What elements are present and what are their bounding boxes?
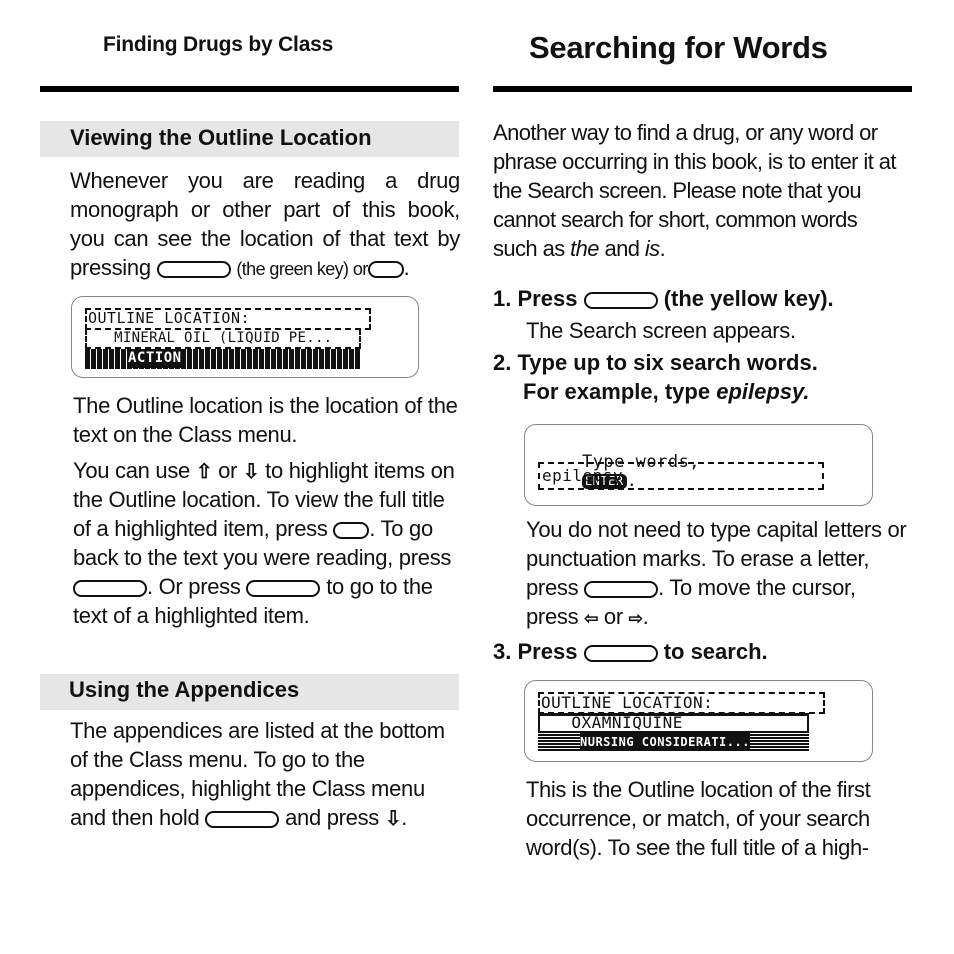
yellow-key-icon [583, 292, 658, 309]
goto-key-icon [246, 580, 321, 597]
right-arrow-icon: ⇨ [628, 609, 643, 628]
page-title: Searching for Words [529, 30, 828, 65]
green-key-note: (the green key) or [236, 259, 368, 279]
key-icon [367, 261, 404, 278]
text: the [570, 236, 599, 261]
text: Another way to find a drug, or any word … [493, 120, 896, 261]
text: or [603, 604, 623, 629]
text: Press [517, 286, 578, 311]
down-arrow-icon: ⇩ [384, 808, 402, 830]
left-header-rule [40, 86, 459, 92]
left-arrow-icon: ⇦ [584, 609, 599, 628]
step-1-description: The Search screen appears. [526, 318, 796, 343]
section-title: Using the Appendices [69, 677, 300, 702]
step-2-description: You do not need to type capital letters … [526, 515, 911, 631]
search-intro-paragraph: Another way to find a drug, or any word … [493, 118, 905, 263]
text: and press [285, 805, 379, 830]
text: (the yellow key). [663, 286, 834, 311]
lcd-line-1: OUTLINE LOCATION: [88, 309, 251, 327]
text: . [659, 236, 666, 261]
running-head: Finding Drugs by Class [103, 33, 334, 56]
text: Type up to six search words. [517, 350, 818, 375]
lcd-line-1: OUTLINE LOCATION: [541, 693, 714, 712]
lcd-line-3-highlighted[interactable]: ACTION [128, 349, 182, 368]
right-header-rule [493, 86, 912, 92]
step-2: 2. Type up to six search words. For exam… [493, 348, 818, 406]
step-number: 1. [493, 286, 512, 311]
hold-key-icon [205, 811, 280, 828]
green-key-icon [156, 261, 231, 278]
step-3: 3. Press to search. [493, 637, 768, 666]
step-number: 2. [493, 350, 512, 375]
key-icon [333, 522, 370, 539]
text: or [218, 458, 238, 483]
lcd-screen-outline-location: OUTLINE LOCATION: MINERAL OIL (LIQUID PE… [71, 296, 419, 378]
text: . Or press [147, 574, 241, 599]
text: is [644, 236, 660, 261]
result-explanation: This is the Outline location of the firs… [526, 777, 871, 860]
lcd-line-2: MINERAL OIL (LIQUID PE... [88, 330, 333, 346]
outline-explanation: The Outline location is the location of … [73, 393, 458, 447]
back-key-icon [73, 580, 147, 597]
lcd-highlight-bar [85, 349, 361, 369]
appendices-paragraph: The appendices are listed at the bottom … [70, 716, 460, 832]
outline-intro-paragraph: Whenever you are reading a drug monograp… [70, 166, 460, 284]
lcd-line-3-highlighted[interactable]: NURSING CONSIDERATI... [580, 733, 750, 751]
text: . [642, 604, 649, 629]
backspace-key-icon [584, 581, 659, 598]
section-title: Viewing the Outline Location [70, 125, 372, 150]
lcd-line-2: OXAMNIQUINE [541, 713, 683, 732]
text: and [604, 236, 640, 261]
search-input-value: epilepsy [542, 466, 624, 485]
up-arrow-icon: ⇧ [195, 461, 213, 483]
text: . [401, 805, 408, 830]
outline-navigation-paragraph: You can use ⇧ or ⇩ to highlight items on… [73, 456, 458, 630]
lcd-screen-search: Type words, ENTER. epilepsy [524, 424, 873, 506]
down-arrow-icon: ⇩ [242, 461, 260, 483]
period: . [403, 255, 410, 280]
text: to search. [663, 639, 768, 664]
lcd-screen-search-result: OUTLINE LOCATION: OXAMNIQUINE NURSING CO… [524, 680, 873, 762]
text: You can use [73, 458, 190, 483]
text: Press [517, 639, 578, 664]
text: For example, type [523, 379, 711, 404]
step-number: 3. [493, 639, 512, 664]
step-1: 1. Press (the yellow key). [493, 284, 834, 313]
text: epilepsy. [716, 379, 810, 404]
enter-key-icon [583, 645, 658, 662]
